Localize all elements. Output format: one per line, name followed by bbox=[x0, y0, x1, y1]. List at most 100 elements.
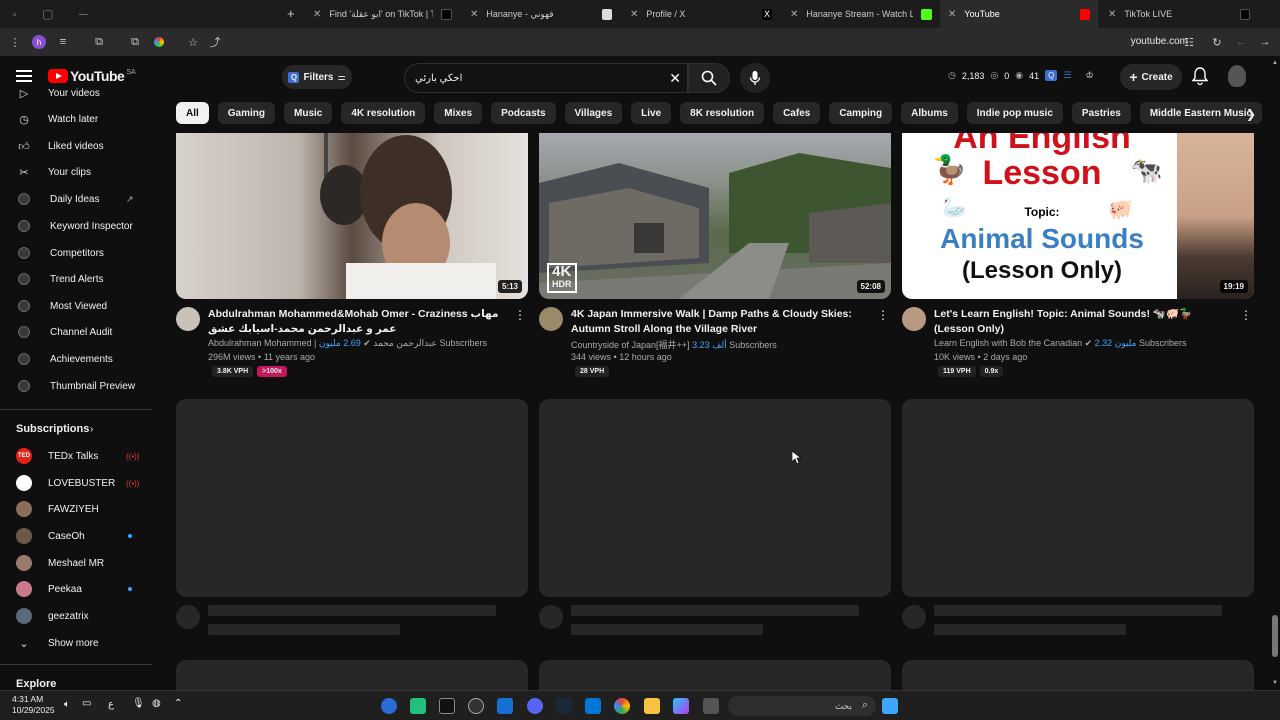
more-options-icon[interactable]: ⋮ bbox=[1240, 308, 1252, 322]
chevron-right-icon[interactable]: ❯ bbox=[1240, 103, 1262, 125]
video-title[interactable]: Let's Learn English! Topic: Animal Sound… bbox=[934, 307, 1234, 337]
account-avatar[interactable] bbox=[1228, 65, 1246, 87]
microphone-icon[interactable]: 🎙︎ bbox=[132, 698, 145, 709]
subscription-item[interactable]: Peekaa bbox=[0, 576, 152, 602]
tab-hananye-stream[interactable]: ✕ Hananye Stream - Watch Live o bbox=[782, 0, 940, 28]
scroll-up-icon[interactable]: ▲ bbox=[1272, 60, 1278, 66]
sidebar-item-your-videos[interactable]: ▷ Your videos bbox=[0, 86, 152, 106]
discord-icon[interactable] bbox=[527, 698, 543, 714]
copilot-icon[interactable] bbox=[381, 698, 397, 714]
new-tab-button[interactable]: + bbox=[287, 6, 295, 21]
menu-dots-icon[interactable]: ⋮ bbox=[8, 35, 22, 49]
more-options-icon[interactable]: ⋮ bbox=[877, 308, 889, 322]
trophy-icon[interactable]: ♔ bbox=[1085, 70, 1093, 81]
subscription-item[interactable]: LOVEBUSTER ((•)) bbox=[0, 470, 152, 496]
chip-podcasts[interactable]: Podcasts bbox=[491, 102, 556, 124]
hamburger-menu-icon[interactable] bbox=[16, 70, 32, 82]
scrollbar-thumb[interactable] bbox=[1272, 615, 1278, 657]
system-clock[interactable]: 4:31 AM 10/29/2025 bbox=[12, 694, 55, 716]
sidebar-item-daily-ideas[interactable]: Daily Ideas ↗ bbox=[0, 186, 152, 212]
close-tab-icon[interactable]: ✕ bbox=[630, 9, 638, 20]
color-extension-icon[interactable] bbox=[152, 35, 166, 49]
back-icon[interactable]: ← bbox=[1234, 35, 1248, 49]
page-scrollbar[interactable]: ▲ ▼ bbox=[1270, 60, 1280, 690]
chip-all[interactable]: All bbox=[176, 102, 209, 124]
video-title[interactable]: 4K Japan Immersive Walk | Damp Paths & C… bbox=[571, 307, 871, 337]
volume-icon[interactable]: 🔈︎ bbox=[64, 699, 70, 710]
sidebar-item-channel-audit[interactable]: Channel Audit bbox=[0, 319, 152, 345]
chip-music[interactable]: Music bbox=[284, 102, 333, 124]
windows-start-icon[interactable] bbox=[882, 698, 898, 714]
sidebar-item-keyword-inspector[interactable]: Keyword Inspector bbox=[0, 213, 152, 239]
tab-list-icon[interactable]: ▢ bbox=[42, 7, 53, 21]
openai-icon[interactable] bbox=[468, 698, 484, 714]
channel-avatar[interactable] bbox=[539, 307, 563, 331]
sidebar-item-watch-later[interactable]: ◷ Watch later bbox=[0, 106, 152, 132]
video-thumbnail[interactable]: 5:13 bbox=[176, 133, 528, 299]
subscription-item[interactable]: geezatrix bbox=[0, 603, 152, 629]
notifications-bell-icon[interactable] bbox=[1192, 67, 1208, 85]
chrome-icon[interactable] bbox=[614, 698, 630, 714]
chip-camping[interactable]: Camping bbox=[829, 102, 893, 124]
video-thumbnail[interactable]: An English Lesson Topic: Animal Sounds (… bbox=[902, 133, 1254, 299]
subscription-item[interactable]: TED TEDx Talks ((•)) bbox=[0, 443, 152, 469]
capcut-icon[interactable] bbox=[439, 698, 455, 714]
video-title[interactable]: Abdulrahman Mohammed&Mohab Omer - Crazin… bbox=[208, 307, 508, 337]
playlist-icon[interactable]: ≡ bbox=[56, 35, 70, 49]
search-input[interactable]: احكي بارئي ✕ bbox=[404, 63, 688, 93]
video-card[interactable]: An English Lesson Topic: Animal Sounds (… bbox=[902, 133, 1254, 377]
taskbar-search-input[interactable]: بحث ⌕ bbox=[728, 696, 876, 716]
share-icon[interactable]: ⤴ bbox=[208, 35, 222, 49]
chip-gaming[interactable]: Gaming bbox=[217, 102, 276, 124]
close-tab-icon[interactable]: ✕ bbox=[948, 9, 956, 20]
sidebar-item-thumbnail-preview[interactable]: Thumbnail Preview bbox=[0, 373, 152, 399]
reload-icon[interactable]: ↻ bbox=[1210, 35, 1224, 49]
collections-icon[interactable]: ⧉ bbox=[128, 35, 142, 49]
tab-hananye[interactable]: ✕ Hananye - فهوني bbox=[462, 0, 620, 28]
chip-albums[interactable]: Albums bbox=[901, 102, 958, 124]
sidebar-item-trend-alerts[interactable]: Trend Alerts bbox=[0, 266, 152, 292]
chip-4k-resolution[interactable]: 4K resolution bbox=[341, 102, 426, 124]
channel-name[interactable]: Abdulrahman Mohammed | عبدالرحمن محمد ✔ … bbox=[208, 338, 487, 349]
channel-name[interactable]: Learn English with Bob the Canadian ✔ 2.… bbox=[934, 338, 1187, 349]
channel-avatar[interactable] bbox=[176, 307, 200, 331]
video-card[interactable]: 4K HDR 52:08 4K Japan Immersive Walk | D… bbox=[539, 133, 891, 377]
chip-indie-pop-music[interactable]: Indie pop music bbox=[966, 102, 1063, 124]
voice-search-button[interactable] bbox=[740, 63, 770, 93]
clear-search-icon[interactable]: ✕ bbox=[669, 70, 681, 87]
chip-pastries[interactable]: Pastries bbox=[1071, 102, 1131, 124]
sidebar-item-your-clips[interactable]: ✂ Your clips bbox=[0, 159, 152, 185]
chip-cafes[interactable]: Cafes bbox=[773, 102, 821, 124]
task-view-icon[interactable] bbox=[703, 698, 719, 714]
store-icon[interactable] bbox=[585, 698, 601, 714]
create-button[interactable]: + Create bbox=[1120, 64, 1182, 90]
sidebar-item-most-viewed[interactable]: Most Viewed bbox=[0, 293, 152, 319]
reader-icon[interactable]: ☷ bbox=[1182, 35, 1196, 49]
video-card[interactable]: 5:13 Abdulrahman Mohammed&Mohab Omer - C… bbox=[176, 133, 528, 377]
vidiq-badge-icon[interactable]: Q bbox=[1045, 70, 1058, 81]
chip-live[interactable]: Live bbox=[631, 102, 672, 124]
forward-icon[interactable]: → bbox=[1258, 35, 1272, 49]
restore-icon[interactable]: ▫ bbox=[13, 7, 17, 21]
chip-villages[interactable]: Villages bbox=[564, 102, 623, 124]
profile-icon[interactable]: h bbox=[32, 35, 46, 49]
filters-button[interactable]: Q Filters ⚌ bbox=[282, 65, 352, 89]
close-tab-icon[interactable]: ✕ bbox=[1108, 9, 1116, 20]
tab-youtube[interactable]: ✕ YouTube bbox=[940, 0, 1098, 28]
close-tab-icon[interactable]: ✕ bbox=[470, 9, 478, 20]
sidebar-item-competitors[interactable]: Competitors bbox=[0, 240, 152, 266]
subscription-item[interactable]: CaseOh bbox=[0, 523, 152, 549]
more-options-icon[interactable]: ⋮ bbox=[514, 308, 526, 322]
steam-icon[interactable] bbox=[556, 698, 572, 714]
minimize-icon[interactable]: ─ bbox=[79, 7, 88, 21]
subscription-item[interactable]: FAWZIYEH bbox=[0, 496, 152, 522]
chart-icon[interactable]: ☰ bbox=[1063, 70, 1071, 81]
channel-avatar[interactable] bbox=[902, 307, 926, 331]
network-icon[interactable]: ◍ bbox=[152, 698, 161, 709]
app-icon[interactable] bbox=[410, 698, 426, 714]
youtube-logo[interactable]: YouTube SA bbox=[48, 68, 136, 84]
show-more-button[interactable]: ⌄ Show more bbox=[0, 630, 152, 656]
favorite-star-icon[interactable]: ☆ bbox=[186, 35, 200, 49]
close-tab-icon[interactable]: ✕ bbox=[313, 9, 321, 20]
chip-mixes[interactable]: Mixes bbox=[434, 102, 483, 124]
